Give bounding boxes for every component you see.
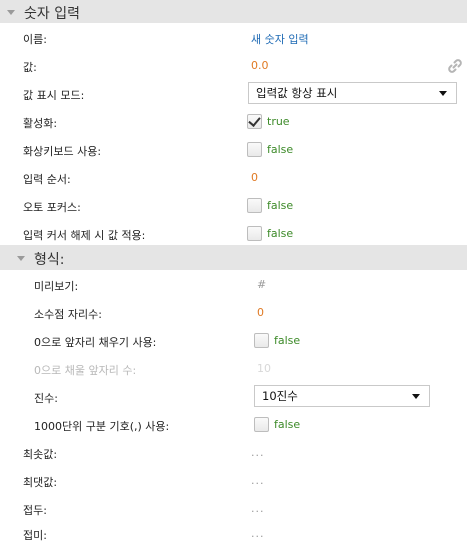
min-value-label: 최솟값: [23,448,58,461]
thousands-sep-label: 1000단위 구분 기호(,) 사용: [34,420,170,433]
apply-on-blur-label: 입력 커서 해제 시 값 적용: [23,229,146,242]
apply-on-blur-text: false [267,227,294,240]
collapse-triangle-icon[interactable] [7,10,15,15]
dropdown-arrow-icon [439,91,447,96]
section-title: 숫자 입력 [24,6,80,22]
enabled-checkbox[interactable]: true [247,114,290,129]
keyboard-label: 화상키보드 사용: [23,145,102,158]
preview-value: # [257,278,267,291]
property-row-max-value: 최댓값: ... [0,467,467,495]
property-row-thousands-sep: 1000단위 구분 기호(,) 사용: false [0,411,467,439]
enabled-label: 활성화: [23,117,58,130]
max-value-label: 최댓값: [23,476,58,489]
checkbox-box[interactable] [247,142,262,157]
preview-label: 미리보기: [34,280,79,293]
property-row-autofocus: 오토 포커스: false [0,192,467,220]
display-mode-label: 값 표시 모드: [23,89,85,102]
thousands-sep-text: false [274,418,301,431]
property-row-zero-fill-digits: 0으로 채울 앞자리 수: 10 [0,355,467,383]
autofocus-text: false [267,199,294,212]
input-order-value[interactable]: 0 [251,171,258,184]
property-row-name: 이름: 새 숫자 입력 [0,24,467,52]
property-row-suffix: 접미: ... [0,520,467,548]
display-mode-select[interactable]: 입력값 항상 표시 [248,82,457,104]
keyboard-checkbox[interactable]: false [247,142,293,157]
zero-fill-text: false [274,334,301,347]
zero-fill-digits-value: 10 [257,362,271,375]
section-title: 형식: [34,252,65,268]
value-input[interactable]: 0.0 [251,59,269,72]
property-row-apply-on-blur: 입력 커서 해제 시 값 적용: false [0,220,467,248]
max-value-value[interactable]: ... [251,474,265,487]
checkbox-box[interactable] [247,226,262,241]
zero-fill-digits-label: 0으로 채울 앞자리 수: [34,364,137,377]
checkbox-box[interactable] [254,417,269,432]
suffix-label: 접미: [23,529,47,542]
prefix-value[interactable]: ... [251,502,265,515]
property-row-preview: 미리보기: # [0,271,467,299]
checkbox-box[interactable] [247,114,262,129]
property-row-keyboard: 화상키보드 사용: false [0,136,467,164]
property-row-prefix: 접두: ... [0,495,467,523]
zero-fill-checkbox[interactable]: false [254,333,300,348]
apply-on-blur-checkbox[interactable]: false [247,226,293,241]
checkmark-icon [248,114,261,127]
value-label: 값: [23,61,37,74]
dropdown-arrow-icon [412,394,420,399]
autofocus-checkbox[interactable]: false [247,198,293,213]
decimal-places-value[interactable]: 0 [257,306,264,319]
decimal-places-label: 소수점 자리수: [34,308,102,321]
property-row-value: 값: 0.0 [0,52,467,80]
collapse-triangle-icon[interactable] [17,256,25,261]
enabled-text: true [267,115,290,128]
thousands-sep-checkbox[interactable]: false [254,417,300,432]
property-row-display-mode: 값 표시 모드: 입력값 항상 표시 [0,80,467,108]
property-row-decimal-places: 소수점 자리수: 0 [0,299,467,327]
suffix-value[interactable]: ... [251,527,265,540]
min-value-value[interactable]: ... [251,446,265,459]
property-row-enabled: 활성화: true [0,108,467,136]
link-icon[interactable] [446,57,464,78]
prefix-label: 접두: [23,504,47,517]
property-row-zero-fill: 0으로 앞자리 채우기 사용: false [0,327,467,355]
property-row-input-order: 입력 순서: 0 [0,164,467,192]
section-header-number-input[interactable]: 숫자 입력 [0,0,467,23]
zero-fill-label: 0으로 앞자리 채우기 사용: [34,336,157,349]
property-row-base: 진수: 10진수 [0,383,467,411]
input-order-label: 입력 순서: [23,173,71,186]
display-mode-selected: 입력값 항상 표시 [256,86,338,100]
keyboard-text: false [267,143,294,156]
base-selected: 10진수 [262,389,298,403]
checkbox-box[interactable] [247,198,262,213]
base-select[interactable]: 10진수 [254,385,430,407]
section-header-format[interactable]: 형식: [0,245,467,270]
base-label: 진수: [34,392,58,405]
name-value[interactable]: 새 숫자 입력 [251,31,309,47]
autofocus-label: 오토 포커스: [23,201,81,214]
name-label: 이름: [23,33,47,46]
checkbox-box[interactable] [254,333,269,348]
property-row-min-value: 최솟값: ... [0,439,467,467]
